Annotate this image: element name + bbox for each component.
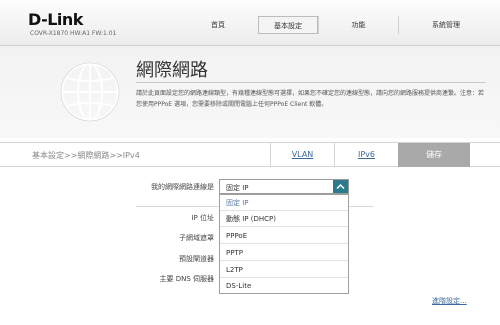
nav-basic-settings[interactable]: 基本設定 (258, 16, 318, 34)
option-l2tp[interactable]: L2TP (220, 262, 348, 278)
advanced-settings-link[interactable]: 進階設定... (432, 296, 467, 306)
subnet-mask-label: 子網域遮罩 (179, 234, 214, 242)
page-description: 請於此頁面設定您的網路連線類型，有幾種連線型態可選擇，如果您不確定您的連線型態，… (136, 90, 485, 108)
default-gateway-label: 預設閘道器 (179, 255, 214, 263)
connection-type-value: 固定 IP (226, 184, 249, 192)
select-toggle-button[interactable] (333, 180, 348, 193)
main-nav: 首頁 基本設定 功能 系統管理 (178, 16, 493, 34)
chevron-up-icon (336, 183, 345, 190)
option-static-ip[interactable]: 固定 IP (220, 195, 348, 211)
page-hero: 網際網路 請於此頁面設定您的網路連線類型，有幾種連線型態可選擇，如果您不確定您的… (0, 46, 500, 138)
page-title: 網際網路 (136, 60, 208, 81)
option-dhcp[interactable]: 動態 IP (DHCP) (220, 211, 348, 227)
connection-type-dropdown: 固定 IP 動態 IP (DHCP) PPPoE PPTP L2TP DS-Li… (219, 194, 349, 294)
nav-home[interactable]: 首頁 (178, 16, 258, 34)
dlink-logo: D-Link (28, 10, 83, 29)
connection-type-select[interactable]: 固定 IP (219, 179, 349, 194)
connection-type-label: 我的網際網路連線是 (151, 183, 214, 191)
globe-icon (60, 62, 120, 122)
tab-vlan[interactable]: VLAN (270, 143, 334, 167)
section-tabbar: 基本設定>>網際網路>>IPv4 VLAN IPv6 儲存 (0, 142, 500, 167)
top-header: D-Link COVR-X1870 HW:A1 FW:1.01 首頁 基本設定 … (0, 0, 500, 46)
save-button[interactable]: 儲存 (398, 143, 470, 167)
device-model-info: COVR-X1870 HW:A1 FW:1.01 (30, 30, 117, 37)
nav-features[interactable]: 功能 (318, 16, 398, 34)
option-pptp[interactable]: PPTP (220, 245, 348, 261)
option-ds-lite[interactable]: DS-Lite (220, 278, 348, 294)
ip-address-label: IP 位址 (191, 214, 214, 222)
option-pppoe[interactable]: PPPoE (220, 228, 348, 244)
breadcrumb: 基本設定>>網際網路>>IPv4 (32, 151, 140, 160)
primary-dns-label: 主要 DNS 伺服器 (159, 275, 214, 283)
title-divider (136, 82, 486, 83)
nav-management[interactable]: 系統管理 (398, 16, 493, 34)
tab-ipv6[interactable]: IPv6 (334, 143, 398, 167)
